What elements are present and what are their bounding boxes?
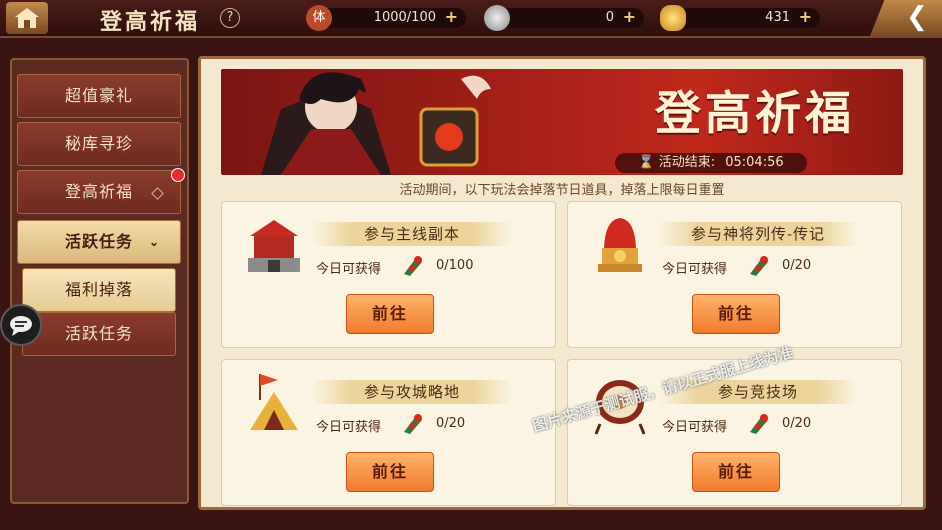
notification-dot [171,168,185,182]
today-label: 今日可获得 [316,420,382,435]
festival-item-icon [404,414,422,434]
task-card-arena: 参与竞技场 今日可获得 0/20 前往 [567,359,902,506]
chat-bubble-icon [10,316,32,336]
timer-label: 活动结束: [658,155,716,170]
festival-item-icon [750,256,768,276]
add-stamina-button[interactable]: + [445,7,458,27]
drop-count: 0/20 [782,416,812,431]
sidebar-item-label: 秘库寻珍 [64,134,133,153]
top-bar: 登高祈福 ? 体 1000/100 + 0 + 431 + ❮ [0,0,942,38]
drop-count: 0/20 [436,416,466,431]
coin-icon [484,5,510,31]
today-label: 今日可获得 [662,420,728,435]
diamond-icon [151,187,164,200]
sidebar-item-label: 福利掉落 [64,280,133,299]
page-title: 登高祈福 [100,9,201,35]
drop-count: 0/20 [782,258,812,273]
go-button[interactable]: 前往 [346,294,434,334]
chat-button[interactable] [0,304,42,346]
help-button[interactable]: ? [220,8,240,28]
task-title: 参与神将列传-传记 [658,222,858,246]
house-icon [15,8,39,28]
add-gold-button[interactable]: + [799,7,812,27]
sidebar-item-value-gift[interactable]: 超值豪礼 [17,74,181,118]
go-button[interactable]: 前往 [692,294,780,334]
hourglass-icon: ⌛ [638,155,655,170]
today-label: 今日可获得 [662,262,728,277]
war-tent-icon [250,374,298,430]
sidebar-subitem-active-tasks[interactable]: 活跃任务 [22,312,176,356]
gold-ingot-icon [660,5,686,31]
sidebar-item-label: 登高祈福 [64,182,133,201]
gold-value: 431 [765,10,790,25]
task-title: 参与主线副本 [312,222,512,246]
go-button[interactable]: 前往 [346,452,434,492]
sidebar-item-secret-vault[interactable]: 秘库寻珍 [17,122,181,166]
today-label: 今日可获得 [316,262,382,277]
sidebar-item-label: 活跃任务 [64,324,133,343]
silver-value: 0 [605,10,614,25]
home-button[interactable] [6,2,48,34]
event-banner: 登高祈福 ⌛ 活动结束: 05:04:56 [221,69,903,175]
drop-count: 0/100 [436,258,474,273]
main-panel: 登高祈福 ⌛ 活动结束: 05:04:56 活动期间，以下玩法会掉落节日道具，掉… [198,56,926,510]
task-title: 参与攻城略地 [312,380,512,404]
go-button[interactable]: 前往 [692,452,780,492]
stamina-value: 1000/100 [373,10,436,25]
gold-resource: 431 + [660,5,820,31]
timer-value: 05:04:56 [725,155,784,170]
event-timer: ⌛ 活动结束: 05:04:56 [615,153,807,173]
task-card-general-biography: 参与神将列传-传记 今日可获得 0/20 前往 [567,201,902,348]
helmet-relic-icon [598,218,642,272]
chevron-down-icon: ⌄ [148,235,160,249]
banner-title: 登高祈福 [655,86,855,140]
back-arrow-icon: ❮ [906,2,928,32]
sidebar-subitem-bonus-drop[interactable]: 福利掉落 [22,268,176,312]
sidebar-item-label: 活跃任务 [64,232,133,251]
task-card-main-dungeon: 参与主线副本 今日可获得 0/100 前往 [221,201,556,348]
festival-item-icon [404,256,422,276]
task-card-siege: 参与攻城略地 今日可获得 0/20 前往 [221,359,556,506]
stamina-icon: 体 [306,5,332,31]
festival-item-icon [750,414,768,434]
add-silver-button[interactable]: + [623,7,636,27]
sidebar-item-active-tasks[interactable]: 活跃任务 ⌄ [17,220,181,264]
sidebar-item-label: 超值豪礼 [64,86,133,105]
hero-character-art [261,72,491,175]
sidebar-item-climb-blessing[interactable]: 登高祈福 [17,168,185,214]
stamina-resource: 体 1000/100 + [306,5,466,31]
silver-resource: 0 + [484,5,644,31]
back-button[interactable]: ❮ [870,0,942,36]
gate-building-icon [248,220,300,272]
event-notice: 活动期间，以下玩法会掉落节日道具，掉落上限每日重置 [399,183,725,198]
sidebar: 超值豪礼 秘库寻珍 登高祈福 活跃任务 ⌄ 福利掉落 活跃任务 [10,58,189,504]
